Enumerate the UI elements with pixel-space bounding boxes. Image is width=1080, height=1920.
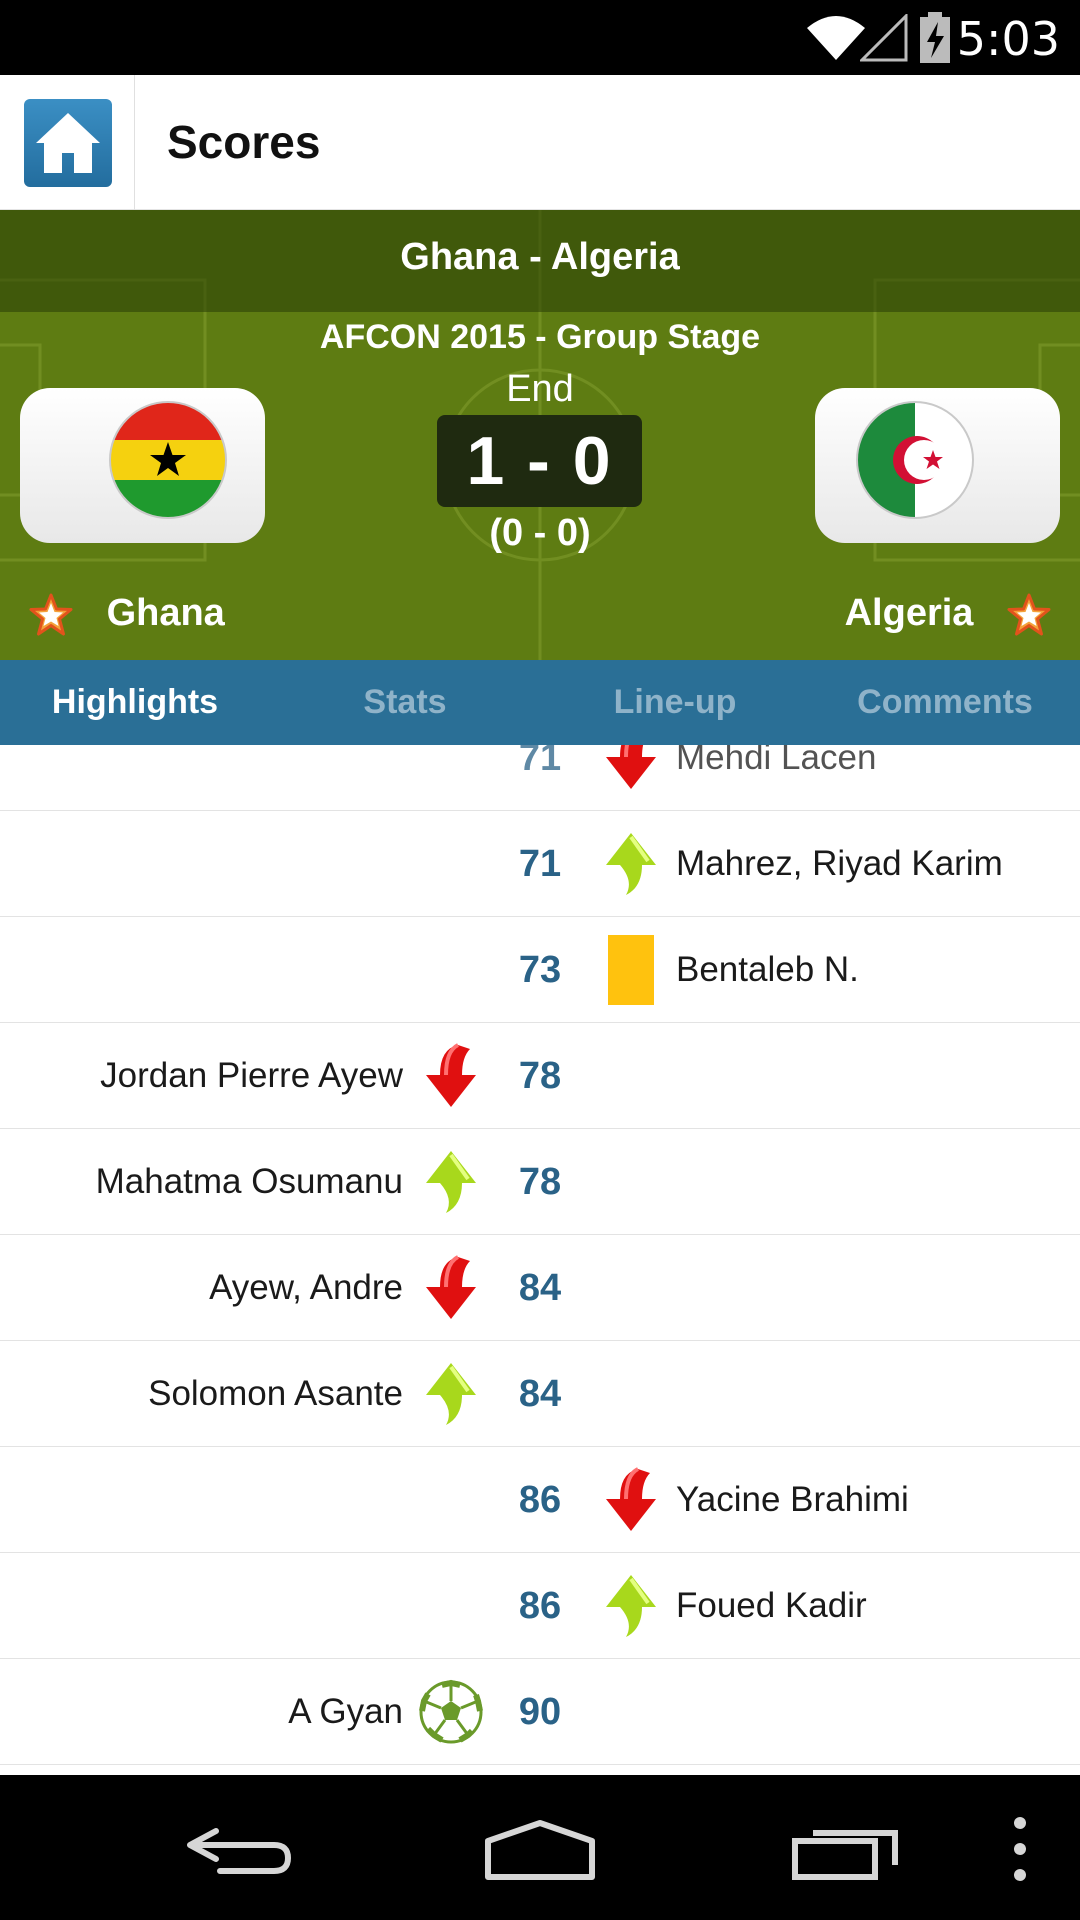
away-player-name: Mahrez, Riyad Karim [676,844,1003,883]
event-row: 86 Yacine Brahimi [0,1447,1080,1553]
away-team-flag-panel[interactable] [800,378,1060,543]
home-player-name: Ayew, Andre [209,1268,403,1307]
wifi-icon [807,16,865,60]
event-minute: 78 [518,1161,562,1203]
event-minute: 71 [518,745,562,779]
substitution-out-icon [418,1253,484,1323]
event-row: 71 Mehdi Lacen [0,745,1080,811]
event-minute: 84 [518,1267,562,1309]
substitution-in-icon [598,829,664,899]
event-row: 78 Mahatma Osumanu [0,1129,1080,1235]
event-minute: 90 [518,1691,562,1733]
match-title: Ghana - Algeria [400,236,680,278]
tab-stats[interactable]: Stats [270,660,540,745]
away-player-name: Yacine Brahimi [676,1480,909,1519]
algeria-flag-icon [856,401,974,519]
event-row: 86 Foued Kadir [0,1553,1080,1659]
final-score: 1 - 0 [437,415,642,507]
competition-name: AFCON 2015 - Group Stage [319,318,761,356]
away-player-name: Foued Kadir [676,1586,867,1625]
home-team[interactable]: Ghana [28,588,225,638]
home-icon [36,113,100,173]
event-row: 84 Solomon Asante [0,1341,1080,1447]
status-bar: 5:03 [0,0,1080,75]
app-bar-divider [134,75,135,210]
home-player-name: Jordan Pierre Ayew [100,1056,403,1095]
substitution-out-icon [598,745,664,793]
substitution-in-icon [598,1571,664,1641]
event-row: 73 Bentaleb N. [0,917,1080,1023]
event-row: 84 Ayew, Andre [0,1235,1080,1341]
substitution-out-icon [598,1465,664,1535]
event-row: 90 A Gyan [0,1659,1080,1765]
away-player-name: Mehdi Lacen [676,745,877,777]
home-player-name: Solomon Asante [148,1374,403,1413]
home-team-name: Ghana [106,592,225,634]
highlights-list[interactable]: 71 Mehdi Lacen 71 Mahrez, Riyad Karim 73 Bent… [0,745,1080,1775]
favorite-star-icon[interactable] [1006,592,1052,638]
event-minute: 71 [518,843,562,885]
match-tabs: Highlights Stats Line-up Comments [0,660,1080,745]
home-nav-icon[interactable] [480,1813,600,1883]
event-row: 71 Mahrez, Riyad Karim [0,811,1080,917]
event-minute: 78 [518,1055,562,1097]
navigation-bar [0,1775,1080,1920]
home-team-flag-panel[interactable] [20,378,280,543]
home-player-name: A Gyan [288,1692,403,1731]
away-team-name: Algeria [844,592,974,634]
tab-comments[interactable]: Comments [810,660,1080,745]
away-team[interactable]: Algeria [845,588,1052,638]
battery-charging-icon [920,12,950,63]
recent-apps-icon[interactable] [785,1813,905,1883]
event-minute: 86 [518,1585,562,1627]
tab-line-up[interactable]: Line-up [540,660,810,745]
home-player-name: Mahatma Osumanu [95,1162,403,1201]
favorite-star-icon[interactable] [28,592,74,638]
tab-highlights[interactable]: Highlights [0,660,270,745]
back-icon[interactable] [180,1813,300,1883]
substitution-in-icon [418,1147,484,1217]
match-header: Ghana - Algeria AFCON 2015 - Group Stage… [0,210,1080,660]
event-minute: 84 [518,1373,562,1415]
home-button[interactable] [24,99,112,187]
ghana-flag-icon [109,401,227,519]
substitution-out-icon [418,1041,484,1111]
signal-icon [860,14,908,62]
status-time: 5:03 [956,12,1060,66]
substitution-in-icon [418,1359,484,1429]
overflow-menu-icon[interactable] [960,1813,1080,1883]
page-title: Scores [167,116,321,168]
event-minute: 73 [518,949,562,991]
app-bar: Scores [0,75,1080,210]
away-player-name: Bentaleb N. [676,950,859,989]
goal-ball-icon [418,1677,484,1747]
event-row: 78 Jordan Pierre Ayew [0,1023,1080,1129]
event-minute: 86 [518,1479,562,1521]
yellow-card-icon [598,935,664,1005]
